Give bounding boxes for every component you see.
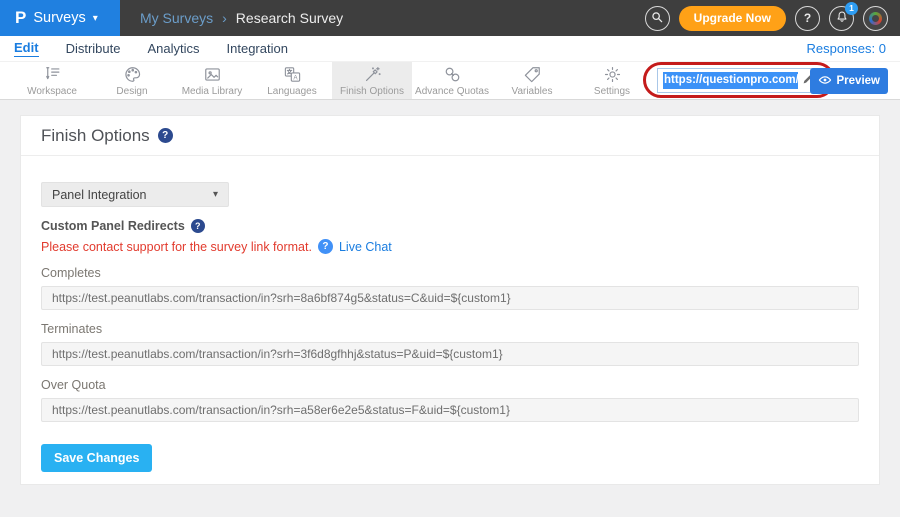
card-body: Panel Integration Custom Panel Redirects…: [21, 156, 879, 472]
chevron-down-icon: [93, 13, 98, 24]
search-button[interactable]: [645, 6, 670, 31]
section-heading: Custom Panel Redirects: [41, 219, 185, 233]
page-title: Finish Options: [41, 126, 150, 146]
chain-link-icon: [443, 65, 462, 84]
chevron-down-icon: [213, 189, 218, 200]
preview-button[interactable]: Preview: [810, 68, 888, 94]
notification-count-badge: 1: [845, 2, 858, 15]
dropdown-selected-value: Panel Integration: [52, 188, 147, 202]
terminates-url-input[interactable]: [41, 342, 859, 366]
magic-wand-icon: [363, 65, 382, 84]
account-avatar[interactable]: [863, 6, 888, 31]
over-quota-label: Over Quota: [41, 378, 859, 392]
support-note-row: Please contact support for the survey li…: [41, 239, 859, 254]
survey-url-input[interactable]: https://questionpro.com/t/A: [657, 68, 821, 93]
toolbar-item-design[interactable]: Design: [92, 62, 172, 99]
search-icon: [650, 10, 664, 27]
toolbar-item-media-library[interactable]: Media Library: [172, 62, 252, 99]
breadcrumb-my-surveys[interactable]: My Surveys: [140, 10, 213, 26]
breadcrumb: My Surveys › Research Survey: [140, 10, 343, 26]
eye-icon: [818, 73, 832, 90]
tag-icon: [523, 65, 542, 84]
toolbar-item-languages[interactable]: A Languages: [252, 62, 332, 99]
workspace-list-icon: [43, 65, 62, 84]
live-chat-link[interactable]: Live Chat: [339, 240, 392, 254]
card-header: Finish Options ?: [21, 116, 879, 156]
toolbar-item-finish-options[interactable]: Finish Options: [332, 62, 412, 99]
main-content: Finish Options ? Panel Integration Custo…: [0, 100, 900, 485]
finish-options-card: Finish Options ? Panel Integration Custo…: [20, 115, 880, 485]
notifications: 1: [829, 6, 854, 31]
survey-url-selected-text[interactable]: https://questionpro.com/t/A: [663, 72, 798, 89]
toolbar-item-variables[interactable]: Variables: [492, 62, 572, 99]
tab-integration[interactable]: Integration: [227, 41, 288, 56]
finish-options-help-icon[interactable]: ?: [158, 128, 173, 143]
breadcrumb-current-survey: Research Survey: [236, 10, 343, 26]
breadcrumb-separator: ›: [222, 10, 227, 26]
questionpro-logo: P: [15, 8, 26, 28]
palette-icon: [123, 65, 142, 84]
custom-panel-redirects-row: Custom Panel Redirects ?: [41, 219, 859, 233]
toolbar-item-advance-quotas[interactable]: Advance Quotas: [412, 62, 492, 99]
completes-label: Completes: [41, 266, 859, 280]
avatar-gauge-icon: [869, 12, 882, 25]
question-mark-icon: ?: [804, 11, 811, 25]
panel-integration-dropdown[interactable]: Panel Integration: [41, 182, 229, 207]
responses-count[interactable]: Responses: 0: [807, 41, 887, 56]
translate-icon: A: [283, 65, 302, 84]
terminates-label: Terminates: [41, 322, 859, 336]
over-quota-url-input[interactable]: [41, 398, 859, 422]
survey-nav: Edit Distribute Analytics Integration Re…: [0, 36, 900, 62]
product-switcher[interactable]: P Surveys: [0, 0, 120, 36]
live-chat-help-icon[interactable]: ?: [318, 239, 333, 254]
redirects-help-icon[interactable]: ?: [191, 219, 205, 233]
completes-url-input[interactable]: [41, 286, 859, 310]
toolbar-item-settings[interactable]: Settings: [572, 62, 652, 99]
tab-edit[interactable]: Edit: [14, 40, 39, 57]
topbar-actions: Upgrade Now ? 1: [645, 6, 900, 31]
image-icon: [203, 65, 222, 84]
tab-distribute[interactable]: Distribute: [66, 41, 121, 56]
save-changes-button[interactable]: Save Changes: [41, 444, 152, 472]
product-name: Surveys: [33, 10, 85, 26]
toolbar-item-workspace[interactable]: Workspace: [12, 62, 92, 99]
tab-analytics[interactable]: Analytics: [147, 41, 199, 56]
edit-toolbar: Workspace Design Media Library A Languag…: [0, 62, 900, 100]
gear-icon: [603, 65, 622, 84]
upgrade-now-button[interactable]: Upgrade Now: [679, 6, 786, 31]
support-note: Please contact support for the survey li…: [41, 240, 312, 254]
help-button[interactable]: ?: [795, 6, 820, 31]
topbar: P Surveys My Surveys › Research Survey U…: [0, 0, 900, 36]
